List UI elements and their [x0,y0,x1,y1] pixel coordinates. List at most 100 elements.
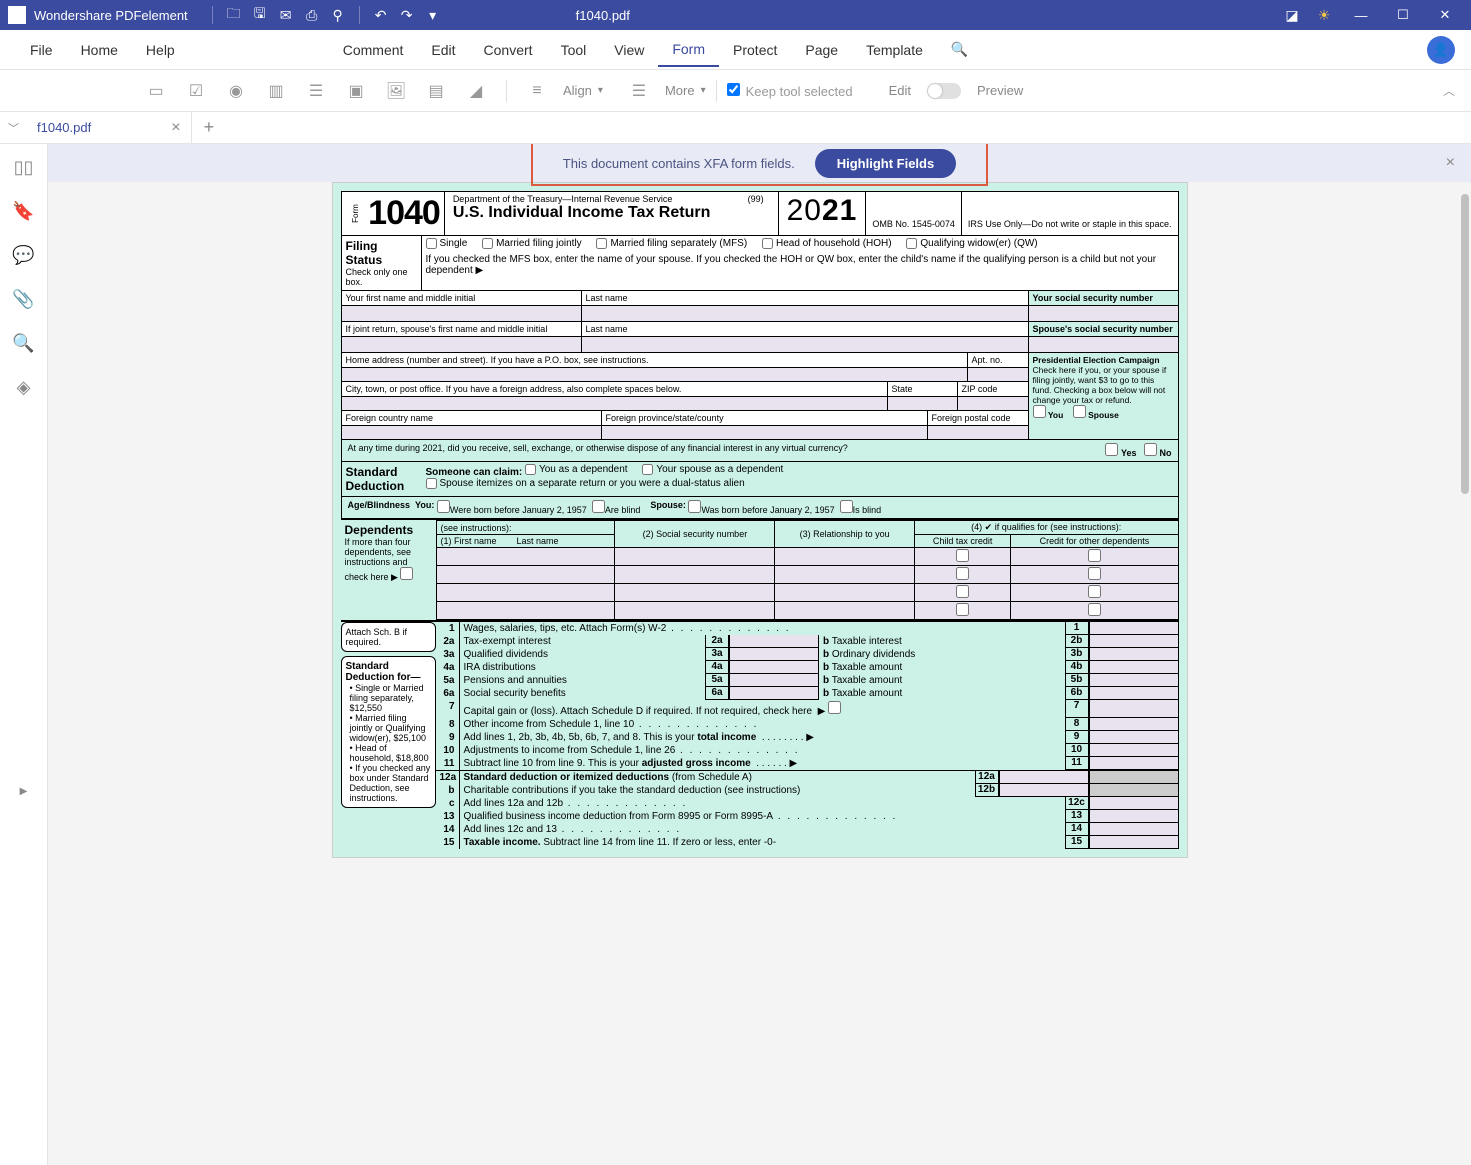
undo-icon[interactable]: ↶ [368,2,394,28]
l12c-amount[interactable] [1089,797,1179,810]
menu-protect[interactable]: Protect [719,34,791,66]
document-tab[interactable]: f1040.pdf × [27,112,192,143]
l12a-amount[interactable] [999,771,1089,784]
spouse-born[interactable]: Was born before January 2, 1957 [688,500,834,515]
redo-icon[interactable]: ↷ [394,2,420,28]
line-1-amount[interactable] [1089,622,1179,635]
edit-preview-toggle[interactable] [927,83,961,99]
minimize-button[interactable]: — [1343,2,1379,28]
notification-icon[interactable]: ◪ [1279,2,1305,28]
button-tool-icon[interactable]: ▣ [336,75,376,107]
menu-home[interactable]: Home [67,34,132,66]
more-dep-checkbox[interactable] [400,567,413,580]
l8-amount[interactable] [1089,718,1179,731]
spouse-ssn-input[interactable] [1029,337,1178,353]
maximize-button[interactable]: ☐ [1385,2,1421,28]
dep-row[interactable] [436,566,1178,584]
account-avatar-icon[interactable]: 👤 [1427,36,1455,64]
spouse-dependent[interactable]: Your spouse as a dependent [642,464,783,475]
filing-mfj[interactable]: Married filing jointly [482,238,582,249]
align-label[interactable]: Align [563,83,592,98]
l14-amount[interactable] [1089,823,1179,836]
filing-qw[interactable]: Qualifying widow(er) (QW) [906,238,1037,249]
eraser-tool-icon[interactable]: ◢ [456,75,496,107]
close-banner-icon[interactable]: × [1446,154,1455,172]
l12b-amount[interactable] [999,784,1089,797]
listbox-tool-icon[interactable]: ☰ [296,75,336,107]
comments-icon[interactable]: 💬 [11,242,37,268]
open-folder-icon[interactable]: 🗀 [221,2,247,28]
theme-sun-icon[interactable]: ☀ [1311,2,1337,28]
textfield-tool-icon[interactable]: ▭ [136,75,176,107]
signature-tool-icon[interactable]: ▤ [416,75,456,107]
tab-list-chevron-icon[interactable]: ﹀ [0,120,27,136]
menu-form[interactable]: Form [658,33,719,67]
attachments-icon[interactable]: 📎 [11,286,37,312]
menu-file[interactable]: File [16,34,67,66]
menu-help[interactable]: Help [132,34,189,66]
l6b-amount[interactable] [1089,687,1179,700]
l5a-amount[interactable] [729,674,819,687]
share-icon[interactable]: ⚲ [325,2,351,28]
filing-mfs[interactable]: Married filing separately (MFS) [596,238,747,249]
expand-sidebar-icon[interactable]: ▶ [20,786,28,797]
crypto-yes[interactable]: Yes [1105,448,1136,458]
layers-icon[interactable]: ◈ [11,374,37,400]
l4b-amount[interactable] [1089,661,1179,674]
save-icon[interactable]: 🖫 [247,2,273,28]
l7-checkbox[interactable] [828,701,841,714]
spouse-name-input-row[interactable] [341,337,1029,353]
print-icon[interactable]: ⎙ [299,2,325,28]
spouse-blind[interactable]: Is blind [840,500,882,515]
you-dependent[interactable]: You as a dependent [525,464,628,475]
l2b-amount[interactable] [1089,635,1179,648]
foreign-input[interactable] [341,426,1029,440]
dep-row[interactable] [436,548,1178,566]
dep-row[interactable] [436,602,1178,620]
menu-page[interactable]: Page [791,34,852,66]
pec-you[interactable]: You [1033,410,1064,420]
address-input[interactable] [341,368,1029,382]
dropdown-icon[interactable]: ▾ [420,2,446,28]
menu-comment[interactable]: Comment [329,34,418,66]
l2a-amount[interactable] [729,635,819,648]
thumbnails-icon[interactable]: ▯▯ [11,154,37,180]
new-tab-button[interactable]: + [192,117,227,138]
radio-tool-icon[interactable]: ◉ [216,75,256,107]
city-input[interactable] [341,397,1029,411]
vertical-scrollbar[interactable] [1461,194,1469,494]
search-icon[interactable]: 🔍 [937,33,982,66]
l3a-amount[interactable] [729,648,819,661]
pec-spouse[interactable]: Spouse [1073,410,1119,420]
more-icon[interactable]: ☰ [619,75,659,107]
you-born[interactable]: Were born before January 2, 1957 [437,500,587,515]
l3b-amount[interactable] [1089,648,1179,661]
dep-row[interactable] [436,584,1178,602]
you-blind[interactable]: Are blind [592,500,641,515]
l9-amount[interactable] [1089,731,1179,744]
l15-amount[interactable] [1089,836,1179,849]
l10-amount[interactable] [1089,744,1179,757]
mail-icon[interactable]: ✉ [273,2,299,28]
menu-view[interactable]: View [600,34,658,66]
l5b-amount[interactable] [1089,674,1179,687]
l7-amount[interactable] [1089,700,1179,718]
document-canvas[interactable]: This document contains XFA form fields. … [48,144,1471,1165]
close-tab-icon[interactable]: × [171,119,180,137]
menu-tool[interactable]: Tool [547,34,601,66]
align-icon[interactable]: ≡ [517,75,557,107]
close-window-button[interactable]: ✕ [1427,2,1463,28]
bookmarks-icon[interactable]: 🔖 [11,198,37,224]
menu-convert[interactable]: Convert [470,34,547,66]
checkbox-tool-icon[interactable]: ☑ [176,75,216,107]
collapse-ribbon-icon[interactable]: ︿ [1443,82,1455,99]
menu-edit[interactable]: Edit [417,34,469,66]
crypto-no[interactable]: No [1144,448,1172,458]
l6a-amount[interactable] [729,687,819,700]
menu-template[interactable]: Template [852,34,937,66]
more-label[interactable]: More [665,83,695,98]
filing-single[interactable]: Single [426,238,468,249]
highlight-fields-button[interactable]: Highlight Fields [815,149,957,178]
ssn-input[interactable] [1029,306,1178,322]
image-tool-icon[interactable]: 🖼 [376,75,416,107]
